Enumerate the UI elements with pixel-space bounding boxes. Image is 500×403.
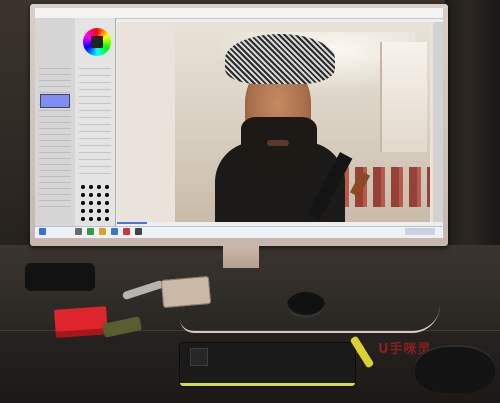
taskbar-app-icon <box>111 228 118 235</box>
taskbar-app-icon <box>99 228 106 235</box>
color-square <box>91 36 103 48</box>
taskbar <box>35 226 443 238</box>
person-headscarf <box>225 34 335 84</box>
tablet-button <box>190 348 208 366</box>
taskbar-app-icon <box>87 228 94 235</box>
brush-settings <box>79 68 111 178</box>
person-beard <box>241 117 317 177</box>
system-tray <box>405 228 435 235</box>
red-cigarette-box <box>54 306 108 338</box>
layer-list <box>39 68 71 208</box>
computer-mouse <box>415 345 495 393</box>
taskbar-app-icon <box>75 228 82 235</box>
black-device <box>25 263 95 291</box>
canvas-scrollbar <box>433 22 443 222</box>
person-mouth <box>267 140 289 146</box>
taskbar-app-icon <box>123 228 130 235</box>
monitor-screen <box>35 8 443 238</box>
monitor-stand <box>223 246 259 268</box>
window <box>380 42 427 152</box>
photo-scene: ᑌ手咪灵 <box>0 0 500 403</box>
active-layer-swatch <box>40 94 70 108</box>
smartphone <box>160 275 212 309</box>
brush-size-grid <box>79 183 111 223</box>
canvas-photo <box>175 22 430 222</box>
start-icon <box>39 228 46 235</box>
taskbar-app-icon <box>135 228 142 235</box>
cable-hub <box>287 292 325 318</box>
